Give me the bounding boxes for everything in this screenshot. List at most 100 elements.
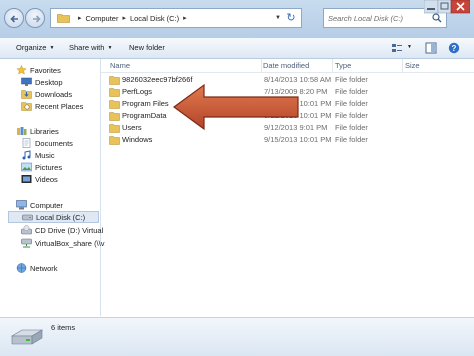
command-bar: Organize ▼ Share with ▼ New folder ▼ ? [0,38,474,59]
cd-drive-icon [21,225,32,235]
breadcrumb-local-disk[interactable]: Local Disk (C:) [130,14,179,23]
hard-drive-icon [22,214,33,221]
column-name[interactable]: Name [110,61,130,70]
file-type: File folder [335,135,368,144]
desktop-icon [21,77,32,86]
file-type: File folder [335,111,368,120]
computer-icon [16,200,27,210]
nav-downloads-label: Downloads [35,89,73,99]
file-name: Program Files [122,99,169,108]
folder-icon [109,100,120,109]
nav-downloads[interactable]: Downloads [21,88,72,100]
pictures-icon [21,162,32,172]
navigation-pane: Favorites Desktop Downloads Recent Place… [0,59,104,316]
nav-virtualbox-share[interactable]: VirtualBox_share (\\v [21,237,104,249]
nav-favorites-label: Favorites [30,65,61,75]
nav-local-disk[interactable]: Local Disk (C:) [8,211,99,223]
folder-icon [57,14,70,23]
breadcrumb-separator[interactable]: ▸ [183,14,187,22]
nav-pictures-label: Pictures [35,162,63,172]
chevron-down-icon: ▼ [107,44,113,51]
share-with-menu[interactable]: Share with ▼ [69,43,112,52]
breadcrumb-computer[interactable]: Computer [86,14,119,23]
nav-virtualbox-share-label: VirtualBox_share (\\v [35,238,105,248]
nav-computer[interactable]: Computer [16,199,63,211]
window-controls [424,0,470,14]
nav-videos-label: Videos [35,174,58,184]
nav-recent-places-label: Recent Places [35,101,84,111]
address-dropdown-icon[interactable]: ▼ [275,15,281,21]
file-date-modified: 9/15/2013 10:01 PM [264,135,332,144]
folder-icon [109,136,120,145]
organize-label: Organize [16,43,47,52]
nav-music-label: Music [35,150,55,160]
nav-videos[interactable]: Videos [21,173,58,185]
star-icon [16,65,27,75]
nav-desktop[interactable]: Desktop [21,76,63,88]
nav-desktop-label: Desktop [35,77,63,87]
file-type: File folder [335,99,368,108]
folder-icon [109,88,120,97]
nav-local-disk-label: Local Disk (C:) [36,212,86,222]
nav-network-label: Network [30,263,58,273]
nav-pictures[interactable]: Pictures [21,161,62,173]
breadcrumb-separator[interactable]: ▸ [78,14,82,22]
nav-favorites[interactable]: Favorites [16,64,61,76]
hard-drive-icon [10,329,44,345]
column-date-modified[interactable]: Date modified [263,61,309,70]
file-name: Windows [122,135,153,144]
nav-cd-drive[interactable]: CD Drive (D:) Virtual [21,224,103,236]
column-type[interactable]: Type [335,61,351,70]
change-view-icon[interactable] [391,42,403,54]
videos-icon [21,175,32,183]
status-bar: 6 items [0,317,474,356]
nav-music[interactable]: Music [21,149,55,161]
preview-pane-icon[interactable] [425,42,437,54]
maximize-button[interactable] [437,0,452,14]
nav-recent-places[interactable]: Recent Places [21,100,83,112]
file-type: File folder [335,123,368,132]
refresh-icon[interactable]: ↻ [284,11,298,25]
downloads-icon [21,90,32,99]
file-name: Users [122,123,142,132]
search-input[interactable] [328,12,428,24]
file-name: ProgramData [122,111,167,120]
folder-icon [109,124,120,133]
libraries-icon [17,127,27,135]
nav-cd-drive-label: CD Drive (D:) Virtual [35,225,104,235]
view-options-chevron-icon[interactable]: ▼ [404,44,412,50]
breadcrumb-separator[interactable]: ▸ [122,14,126,22]
arrow-shape [172,83,299,131]
search-icon[interactable] [432,13,442,23]
new-folder-button[interactable]: New folder [129,43,165,52]
file-type: File folder [335,75,368,84]
share-with-label: Share with [69,43,105,52]
network-icon [16,263,27,273]
forward-arrow-icon [33,15,41,23]
folder-icon [109,112,120,121]
pointer-arrow [172,83,299,131]
nav-documents[interactable]: Documents [21,137,73,149]
explorer-window: ▸ Computer ▸ Local Disk (C:) ▸ ▼ ↻ Organ… [0,0,474,356]
nav-libraries-label: Libraries [30,126,59,136]
music-icon [22,150,31,160]
folder-icon [109,76,120,85]
nav-computer-label: Computer [30,200,63,210]
column-headers: Name Date modified Type Size [101,59,474,73]
file-row[interactable]: Windows 9/15/2013 10:01 PM File folder [105,134,465,146]
minimize-button[interactable] [424,0,439,14]
forward-button[interactable] [25,8,45,28]
back-arrow-icon [10,15,18,23]
nav-libraries[interactable]: Libraries [16,125,59,137]
file-name: PerfLogs [122,87,153,96]
address-bar[interactable]: ▸ Computer ▸ Local Disk (C:) ▸ ▼ ↻ [50,8,302,28]
help-icon[interactable]: ? [448,42,460,54]
nav-network[interactable]: Network [16,262,58,274]
item-count: 6 items [51,323,76,332]
back-button[interactable] [4,8,24,28]
column-size[interactable]: Size [405,61,420,70]
documents-icon [22,138,31,148]
organize-menu[interactable]: Organize ▼ [16,43,54,52]
nav-documents-label: Documents [35,138,73,148]
recent-places-icon [21,102,32,111]
